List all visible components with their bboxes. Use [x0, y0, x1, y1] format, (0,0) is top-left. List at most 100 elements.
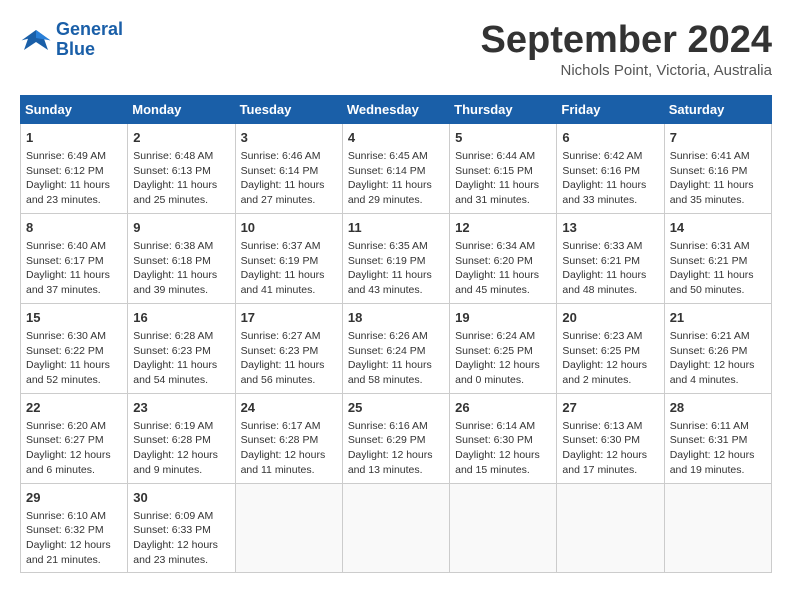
calendar-cell: 1Sunrise: 6:49 AMSunset: 6:12 PMDaylight… — [21, 123, 128, 213]
day-number: 24 — [241, 399, 337, 417]
calendar-cell: 14Sunrise: 6:31 AMSunset: 6:21 PMDayligh… — [664, 213, 771, 303]
day-number: 2 — [133, 129, 229, 147]
calendar-cell: 18 Sunrise: 6:26 AMSunset: 6:24 PMDayligh… — [342, 303, 449, 393]
calendar-cell — [342, 483, 449, 573]
col-header-wednesday: Wednesday — [342, 95, 449, 123]
calendar-cell: 8Sunrise: 6:40 AMSunset: 6:17 PMDaylight… — [21, 213, 128, 303]
calendar-cell: 21Sunrise: 6:21 AMSunset: 6:26 PMDayligh… — [664, 303, 771, 393]
calendar-cell: 19 Sunrise: 6:24 AMSunset: 6:25 PMDayligh… — [450, 303, 557, 393]
day-number: 6 — [562, 129, 658, 147]
location: Nichols Point, Victoria, Australia — [481, 62, 773, 79]
day-number: 18 — [348, 309, 444, 327]
day-info: Sunrise: 6:20 AMSunset: 6:27 PMDaylight:… — [26, 419, 122, 478]
day-number: 15 — [26, 309, 122, 327]
calendar-cell: 15Sunrise: 6:30 AMSunset: 6:22 PMDayligh… — [21, 303, 128, 393]
calendar-cell: 13Sunrise: 6:33 AMSunset: 6:21 PMDayligh… — [557, 213, 664, 303]
calendar-table: SundayMondayTuesdayWednesdayThursdayFrid… — [20, 95, 772, 574]
day-info: Sunrise: 6:10 AMSunset: 6:32 PMDaylight:… — [26, 509, 122, 568]
calendar-cell: 25 Sunrise: 6:16 AMSunset: 6:29 PMDayligh… — [342, 393, 449, 483]
day-info: Sunrise: 6:19 AMSunset: 6:28 PMDaylight:… — [133, 419, 229, 478]
calendar-cell: 7 Sunrise: 6:41 AMSunset: 6:16 PMDaylight… — [664, 123, 771, 213]
day-info: Sunrise: 6:17 AMSunset: 6:28 PMDaylight:… — [241, 419, 337, 478]
page-header: General Blue September 2024 Nichols Poin… — [20, 20, 772, 79]
day-number: 19 — [455, 309, 551, 327]
calendar-row: 29 Sunrise: 6:10 AMSunset: 6:32 PMDayligh… — [21, 483, 772, 573]
calendar-cell: 16Sunrise: 6:28 AMSunset: 6:23 PMDayligh… — [128, 303, 235, 393]
calendar-cell: 3Sunrise: 6:46 AMSunset: 6:14 PMDaylight… — [235, 123, 342, 213]
calendar-cell: 28 Sunrise: 6:11 AMSunset: 6:31 PMDayligh… — [664, 393, 771, 483]
day-info: Sunrise: 6:48 AMSunset: 6:13 PMDaylight:… — [133, 149, 229, 208]
day-number: 16 — [133, 309, 229, 327]
calendar-cell — [664, 483, 771, 573]
col-header-saturday: Saturday — [664, 95, 771, 123]
calendar-cell: 10Sunrise: 6:37 AMSunset: 6:19 PMDayligh… — [235, 213, 342, 303]
calendar-cell: 29 Sunrise: 6:10 AMSunset: 6:32 PMDayligh… — [21, 483, 128, 573]
logo: General Blue — [20, 20, 123, 60]
calendar-cell — [235, 483, 342, 573]
calendar-cell: 5 Sunrise: 6:44 AMSunset: 6:15 PMDaylight… — [450, 123, 557, 213]
day-info: Sunrise: 6:13 AMSunset: 6:30 PMDaylight:… — [562, 419, 658, 478]
day-number: 13 — [562, 219, 658, 237]
day-info: Sunrise: 6:09 AMSunset: 6:33 PMDaylight:… — [133, 509, 229, 568]
day-number: 20 — [562, 309, 658, 327]
calendar-cell: 2 Sunrise: 6:48 AMSunset: 6:13 PMDaylight… — [128, 123, 235, 213]
day-info: Sunrise: 6:35 AMSunset: 6:19 PMDaylight:… — [348, 239, 444, 298]
day-number: 1 — [26, 129, 122, 147]
day-number: 5 — [455, 129, 551, 147]
calendar-row: 8Sunrise: 6:40 AMSunset: 6:17 PMDaylight… — [21, 213, 772, 303]
title-block: September 2024 Nichols Point, Victoria, … — [481, 20, 773, 79]
day-number: 4 — [348, 129, 444, 147]
day-info: Sunrise: 6:46 AMSunset: 6:14 PMDaylight:… — [241, 149, 337, 208]
day-number: 17 — [241, 309, 337, 327]
month-title: September 2024 — [481, 20, 773, 62]
day-info: Sunrise: 6:27 AMSunset: 6:23 PMDaylight:… — [241, 329, 337, 388]
day-number: 9 — [133, 219, 229, 237]
logo-icon — [20, 26, 52, 54]
col-header-thursday: Thursday — [450, 95, 557, 123]
calendar-cell: 4 Sunrise: 6:45 AMSunset: 6:14 PMDaylight… — [342, 123, 449, 213]
day-info: Sunrise: 6:44 AMSunset: 6:15 PMDaylight:… — [455, 149, 551, 208]
col-header-sunday: Sunday — [21, 95, 128, 123]
calendar-header-row: SundayMondayTuesdayWednesdayThursdayFrid… — [21, 95, 772, 123]
day-info: Sunrise: 6:42 AMSunset: 6:16 PMDaylight:… — [562, 149, 658, 208]
calendar-cell: 11 Sunrise: 6:35 AMSunset: 6:19 PMDayligh… — [342, 213, 449, 303]
day-info: Sunrise: 6:45 AMSunset: 6:14 PMDaylight:… — [348, 149, 444, 208]
day-number: 30 — [133, 489, 229, 507]
day-info: Sunrise: 6:24 AMSunset: 6:25 PMDaylight:… — [455, 329, 551, 388]
col-header-monday: Monday — [128, 95, 235, 123]
day-number: 25 — [348, 399, 444, 417]
calendar-row: 22 Sunrise: 6:20 AMSunset: 6:27 PMDayligh… — [21, 393, 772, 483]
calendar-cell: 30 Sunrise: 6:09 AMSunset: 6:33 PMDayligh… — [128, 483, 235, 573]
day-number: 27 — [562, 399, 658, 417]
day-info: Sunrise: 6:26 AMSunset: 6:24 PMDaylight:… — [348, 329, 444, 388]
day-number: 28 — [670, 399, 766, 417]
calendar-cell — [557, 483, 664, 573]
calendar-cell: 24 Sunrise: 6:17 AMSunset: 6:28 PMDayligh… — [235, 393, 342, 483]
day-info: Sunrise: 6:11 AMSunset: 6:31 PMDaylight:… — [670, 419, 766, 478]
day-info: Sunrise: 6:34 AMSunset: 6:20 PMDaylight:… — [455, 239, 551, 298]
day-info: Sunrise: 6:16 AMSunset: 6:29 PMDaylight:… — [348, 419, 444, 478]
calendar-cell: 27 Sunrise: 6:13 AMSunset: 6:30 PMDayligh… — [557, 393, 664, 483]
calendar-cell: 6 Sunrise: 6:42 AMSunset: 6:16 PMDaylight… — [557, 123, 664, 213]
day-number: 26 — [455, 399, 551, 417]
calendar-cell — [450, 483, 557, 573]
day-info: Sunrise: 6:14 AMSunset: 6:30 PMDaylight:… — [455, 419, 551, 478]
day-number: 22 — [26, 399, 122, 417]
col-header-friday: Friday — [557, 95, 664, 123]
calendar-row: 1Sunrise: 6:49 AMSunset: 6:12 PMDaylight… — [21, 123, 772, 213]
calendar-cell: 20 Sunrise: 6:23 AMSunset: 6:25 PMDayligh… — [557, 303, 664, 393]
calendar-cell: 22 Sunrise: 6:20 AMSunset: 6:27 PMDayligh… — [21, 393, 128, 483]
day-number: 11 — [348, 219, 444, 237]
day-info: Sunrise: 6:41 AMSunset: 6:16 PMDaylight:… — [670, 149, 766, 208]
calendar-row: 15Sunrise: 6:30 AMSunset: 6:22 PMDayligh… — [21, 303, 772, 393]
day-info: Sunrise: 6:38 AMSunset: 6:18 PMDaylight:… — [133, 239, 229, 298]
day-number: 7 — [670, 129, 766, 147]
day-number: 23 — [133, 399, 229, 417]
day-number: 14 — [670, 219, 766, 237]
calendar-cell: 23 Sunrise: 6:19 AMSunset: 6:28 PMDayligh… — [128, 393, 235, 483]
day-number: 29 — [26, 489, 122, 507]
day-info: Sunrise: 6:23 AMSunset: 6:25 PMDaylight:… — [562, 329, 658, 388]
calendar-cell: 9 Sunrise: 6:38 AMSunset: 6:18 PMDaylight… — [128, 213, 235, 303]
col-header-tuesday: Tuesday — [235, 95, 342, 123]
day-number: 8 — [26, 219, 122, 237]
